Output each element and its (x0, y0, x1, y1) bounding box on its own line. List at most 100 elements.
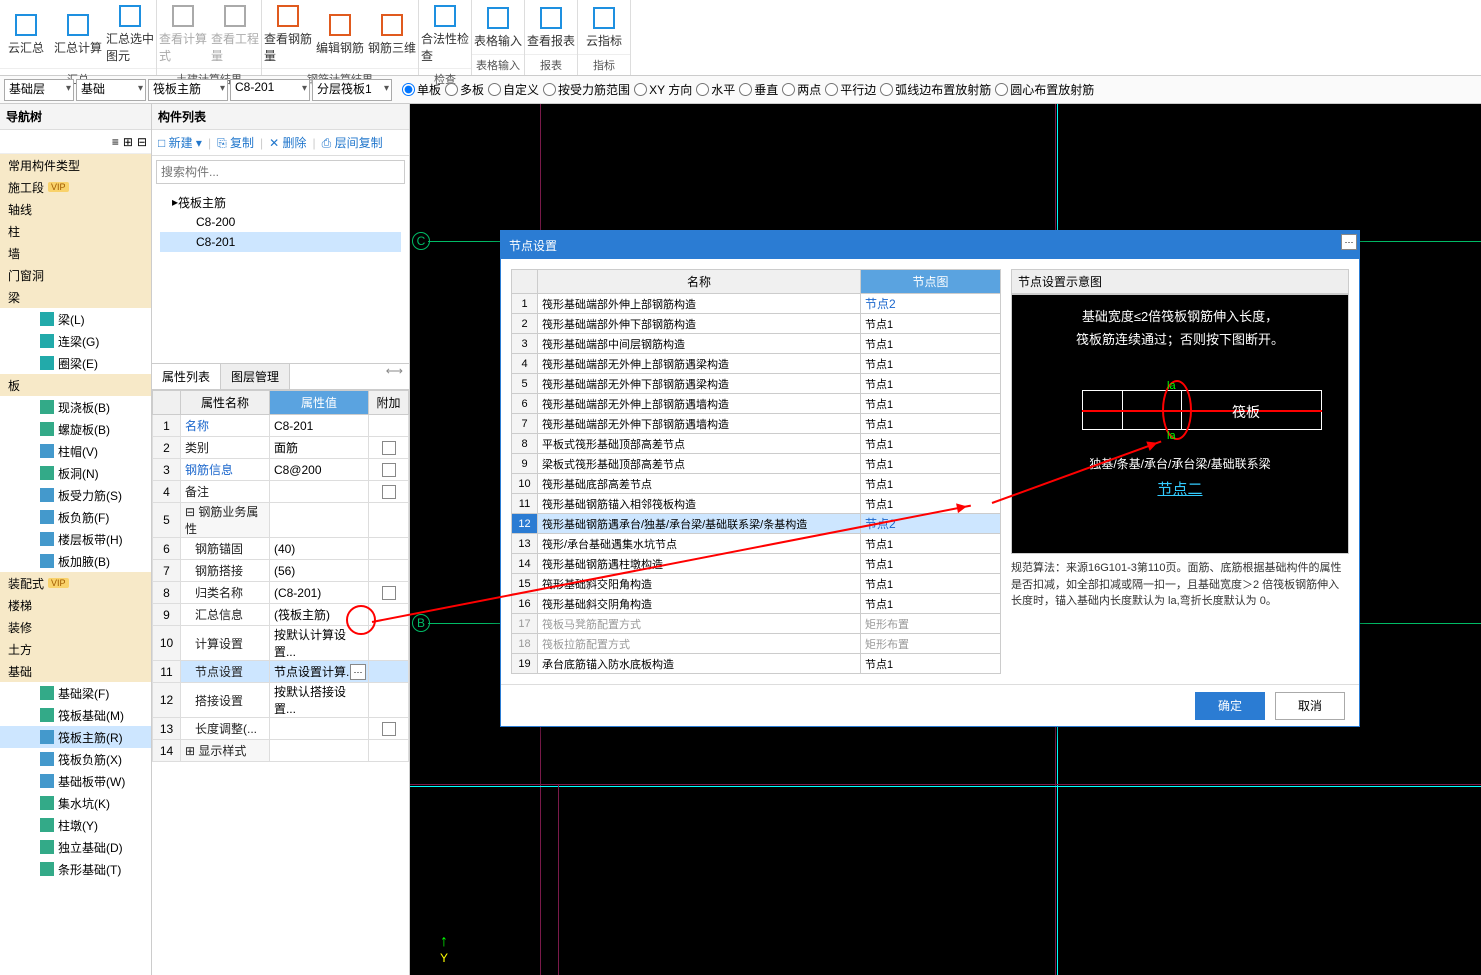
node-row-15[interactable]: 15筏形基础斜交阳角构造节点1 (512, 574, 1001, 594)
prop-row-钢筋业务属性[interactable]: 5⊟ 钢筋业务属性 (153, 503, 409, 538)
node-link[interactable]: 节点二 (1022, 478, 1338, 499)
expand-icon[interactable]: ⟷ (380, 364, 409, 389)
component-C8-201[interactable]: C8-201 (160, 232, 401, 252)
nav-楼层板带(H)[interactable]: 楼层板带(H) (0, 528, 151, 550)
complist-层间复制[interactable]: ⎙ 层间复制 (322, 134, 383, 151)
prop-row-钢筋锚固[interactable]: 6 钢筋锚固(40) (153, 538, 409, 560)
node-row-4[interactable]: 4筏形基础端部无外伸上部钢筋遇梁构造节点1 (512, 354, 1001, 374)
nav-连梁(G)[interactable]: 连梁(G) (0, 330, 151, 352)
prop-row-钢筋搭接[interactable]: 7 钢筋搭接(56) (153, 560, 409, 582)
nav-螺旋板(B)[interactable]: 螺旋板(B) (0, 418, 151, 440)
node-row-5[interactable]: 5筏形基础端部无外伸下部钢筋遇梁构造节点1 (512, 374, 1001, 394)
node-row-1[interactable]: 1筏形基础端部外伸上部钢筋构造节点2 (512, 294, 1001, 314)
ellipsis-button[interactable]: ⋯ (1341, 234, 1357, 250)
nav-轴线[interactable]: 轴线 (0, 198, 151, 220)
nav-基础梁(F)[interactable]: 基础梁(F) (0, 682, 151, 704)
node-row-8[interactable]: 8平板式筏形基础顶部高差节点节点1 (512, 434, 1001, 454)
combo-4[interactable]: 分层筏板1 (312, 79, 392, 101)
node-row-2[interactable]: 2筏形基础端部外伸下部钢筋构造节点1 (512, 314, 1001, 334)
node-row-9[interactable]: 9梁板式筏形基础顶部高差节点节点1 (512, 454, 1001, 474)
nav-板受力筋(S)[interactable]: 板受力筋(S) (0, 484, 151, 506)
tab-layers[interactable]: 图层管理 (221, 364, 290, 389)
prop-row-钢筋信息[interactable]: 3钢筋信息C8@200 (153, 459, 409, 481)
prop-row-类别[interactable]: 2类别面筋 (153, 437, 409, 459)
ribbon-云指标[interactable]: 云指标 (578, 0, 630, 54)
nav-施工段[interactable]: 施工段VIP (0, 176, 151, 198)
node-row-16[interactable]: 16筏形基础斜交阴角构造节点1 (512, 594, 1001, 614)
nav-装配式[interactable]: 装配式VIP (0, 572, 151, 594)
nav-墙[interactable]: 墙 (0, 242, 151, 264)
nav-楼梯[interactable]: 楼梯 (0, 594, 151, 616)
nav-常用构件类型[interactable]: 常用构件类型 (0, 154, 151, 176)
nav-板负筋(F)[interactable]: 板负筋(F) (0, 506, 151, 528)
prop-row-节点设置[interactable]: 11 节点设置节点设置计算...⋯ (153, 661, 409, 683)
combo-0[interactable]: 基础层 (4, 79, 74, 101)
complist-新建[interactable]: □ 新建 ▾ (158, 134, 202, 151)
node-row-11[interactable]: 11筏形基础钢筋锚入相邻筏板构造节点1 (512, 494, 1001, 514)
nav-圈梁(E)[interactable]: 圈梁(E) (0, 352, 151, 374)
node-row-13[interactable]: 13筏形/承台基础遇集水坑节点节点1 (512, 534, 1001, 554)
radio-按受力筋范围[interactable]: 按受力筋范围 (543, 81, 630, 98)
node-row-6[interactable]: 6筏形基础端部无外伸上部钢筋遇墙构造节点1 (512, 394, 1001, 414)
radio-圆心布置放射筋[interactable]: 圆心布置放射筋 (995, 81, 1094, 98)
prop-row-显示样式[interactable]: 14⊞ 显示样式 (153, 740, 409, 762)
nav-梁[interactable]: 梁 (0, 286, 151, 308)
radio-多板[interactable]: 多板 (445, 81, 484, 98)
tab-properties[interactable]: 属性列表 (152, 364, 221, 389)
ribbon-钢筋三维[interactable]: 钢筋三维 (366, 0, 418, 68)
nav-筏板主筋(R)[interactable]: 筏板主筋(R) (0, 726, 151, 748)
combo-3[interactable]: C8-201 (230, 79, 310, 101)
cancel-button[interactable]: 取消 (1275, 692, 1345, 720)
nav-梁(L)[interactable]: 梁(L) (0, 308, 151, 330)
radio-垂直[interactable]: 垂直 (739, 81, 778, 98)
ribbon-编辑钢筋[interactable]: 编辑钢筋 (314, 0, 366, 68)
nav-tool-icon[interactable]: ≡ (112, 135, 119, 149)
ribbon-合法性检查[interactable]: 合法性检查 (419, 0, 471, 68)
ribbon-汇总选中图元[interactable]: 汇总选中图元 (104, 0, 156, 68)
radio-单板[interactable]: 单板 (402, 81, 441, 98)
nav-tool-icon[interactable]: ⊞ (123, 135, 133, 149)
radio-自定义[interactable]: 自定义 (488, 81, 539, 98)
nav-条形基础(T)[interactable]: 条形基础(T) (0, 858, 151, 880)
component-C8-200[interactable]: C8-200 (160, 212, 401, 232)
node-row-7[interactable]: 7筏形基础端部无外伸下部钢筋遇墙构造节点1 (512, 414, 1001, 434)
ribbon-表格输入[interactable]: 表格输入 (472, 0, 524, 54)
nav-现浇板(B)[interactable]: 现浇板(B) (0, 396, 151, 418)
complist-复制[interactable]: ⎘ 复制 (217, 134, 254, 151)
node-row-19[interactable]: 19承台底筋锚入防水底板构造节点1 (512, 654, 1001, 674)
prop-row-搭接设置[interactable]: 12 搭接设置按默认搭接设置... (153, 683, 409, 718)
prop-row-备注[interactable]: 4备注 (153, 481, 409, 503)
nav-独立基础(D)[interactable]: 独立基础(D) (0, 836, 151, 858)
nav-柱墩(Y)[interactable]: 柱墩(Y) (0, 814, 151, 836)
nav-板[interactable]: 板 (0, 374, 151, 396)
complist-删除[interactable]: ✕ 删除 (269, 134, 306, 151)
nav-筏板负筋(X)[interactable]: 筏板负筋(X) (0, 748, 151, 770)
nav-筏板基础(M)[interactable]: 筏板基础(M) (0, 704, 151, 726)
radio-弧线边布置放射筋[interactable]: 弧线边布置放射筋 (880, 81, 991, 98)
node-row-10[interactable]: 10筏形基础底部高差节点节点1 (512, 474, 1001, 494)
nav-tool-icon[interactable]: ⊟ (137, 135, 147, 149)
prop-row-归类名称[interactable]: 8 归类名称(C8-201) (153, 582, 409, 604)
nav-柱[interactable]: 柱 (0, 220, 151, 242)
combo-1[interactable]: 基础 (76, 79, 146, 101)
ribbon-云汇总[interactable]: 云汇总 (0, 0, 52, 68)
ribbon-查看钢筋量[interactable]: 查看钢筋量 (262, 0, 314, 68)
ribbon-查看工程量[interactable]: 查看工程量 (209, 0, 261, 68)
ribbon-汇总计算[interactable]: 汇总计算 (52, 0, 104, 68)
nav-集水坑(K)[interactable]: 集水坑(K) (0, 792, 151, 814)
combo-2[interactable]: 筏板主筋 (148, 79, 228, 101)
nav-板加腋(B)[interactable]: 板加腋(B) (0, 550, 151, 572)
node-row-12[interactable]: 12筏形基础钢筋遇承台/独基/承台梁/基础联系梁/条基构造节点2⋯ (512, 514, 1001, 534)
ellipsis-button[interactable]: ⋯ (350, 664, 366, 680)
nav-板洞(N)[interactable]: 板洞(N) (0, 462, 151, 484)
ok-button[interactable]: 确定 (1195, 692, 1265, 720)
radio-水平[interactable]: 水平 (696, 81, 735, 98)
ribbon-查看报表[interactable]: 查看报表 (525, 0, 577, 54)
nav-柱帽(V)[interactable]: 柱帽(V) (0, 440, 151, 462)
node-row-14[interactable]: 14筏形基础钢筋遇柱墩构造节点1 (512, 554, 1001, 574)
radio-XY 方向[interactable]: XY 方向 (634, 81, 692, 98)
component-search-input[interactable] (156, 160, 405, 184)
prop-row-长度调整(...[interactable]: 13 长度调整(... (153, 718, 409, 740)
component-tree-root[interactable]: ▸ 筏板主筋 (160, 192, 401, 212)
nav-装修[interactable]: 装修 (0, 616, 151, 638)
